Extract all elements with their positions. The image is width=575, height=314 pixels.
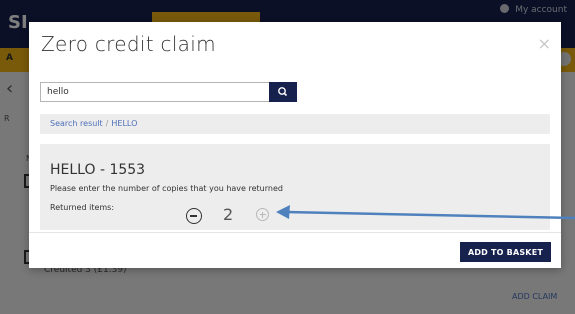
breadcrumb-root[interactable]: Search result [50, 119, 103, 128]
quantity-value: 2 [223, 205, 234, 224]
search-button[interactable] [269, 82, 297, 102]
search-icon [278, 87, 288, 97]
breadcrumb: Search result / HELLO [40, 114, 550, 134]
modal-title: Zero credit claim [41, 32, 216, 56]
breadcrumb-current[interactable]: HELLO [111, 119, 137, 128]
decrease-quantity-button[interactable] [186, 208, 202, 224]
result-title: HELLO - 1553 [50, 162, 146, 178]
search-input[interactable] [40, 82, 270, 102]
result-instructions: Please enter the number of copies that y… [50, 184, 283, 193]
increase-quantity-button[interactable] [256, 208, 269, 221]
result-panel: HELLO - 1553 Please enter the number of … [40, 144, 550, 230]
zero-credit-claim-modal: Zero credit claim × Search result/ HELLO … [29, 22, 561, 268]
breadcrumb-separator: / [105, 119, 109, 128]
modal-footer-divider [29, 232, 561, 233]
add-to-basket-button[interactable]: ADD TO BASKET [460, 242, 551, 262]
returned-items-label: Returned items: [50, 203, 115, 212]
close-icon[interactable]: × [538, 34, 551, 53]
